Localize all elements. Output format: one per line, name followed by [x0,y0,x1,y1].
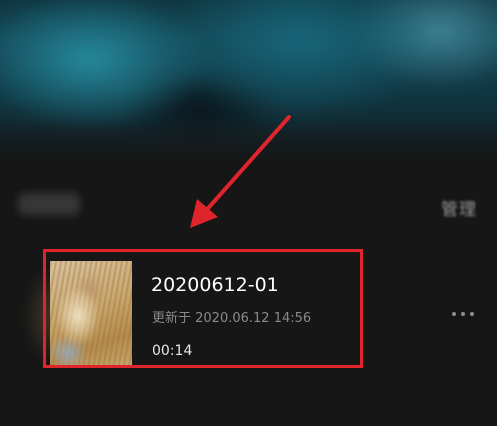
more-dot [470,312,474,316]
manage-button[interactable]: 管理 [441,195,477,220]
more-dot [461,312,465,316]
more-options-icon[interactable] [444,302,484,326]
banner-fade [0,120,497,170]
more-dot [452,312,456,316]
section-title-blurred [18,193,80,215]
annotation-highlight-box [43,249,363,368]
app-screen: 管理 20200612-01 更新于 2020.06.12 14:56 00:1… [0,0,497,426]
